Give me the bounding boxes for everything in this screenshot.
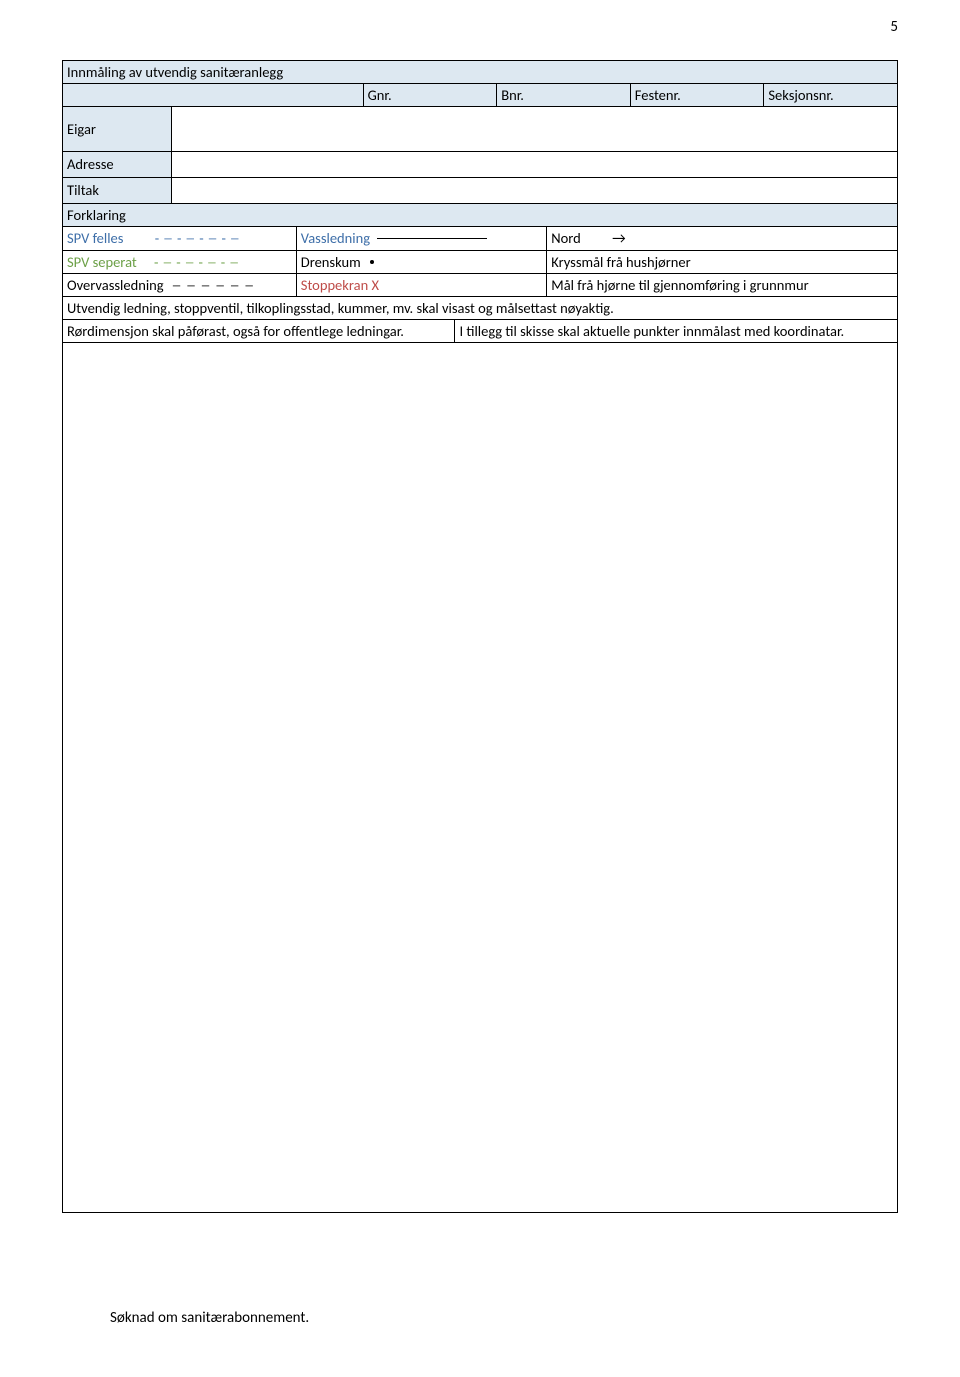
dot-icon (370, 260, 374, 264)
arrow-icon: → (612, 230, 626, 248)
header-seksjonsnr: Seksjonsnr. (764, 84, 898, 107)
legend-vassledning: Vassledning (296, 227, 547, 251)
header-bnr: Bnr. (497, 84, 631, 107)
legend-mid-stoppekran: Stoppekran X (301, 276, 379, 294)
legend-label-spv-seperat: SPV seperat (67, 253, 137, 271)
legend-drenskum: Drenskum (296, 250, 547, 273)
legend-stoppekran: Stoppekran X (296, 273, 547, 296)
section-title: Innmåling av utvendig sanitæranlegg (63, 61, 898, 84)
drawing-area[interactable] (62, 343, 898, 1213)
legend-pattern-spv-seperat: - ─ - ─ - ─ - ─ (154, 253, 239, 271)
legend-mal-hjorne: Mål frå hjørne til gjennomføring i grunn… (547, 273, 898, 296)
legend-mid-vassledning: Vassledning (301, 229, 370, 247)
label-forklaring: Forklaring (63, 204, 898, 227)
legend-spv-felles: SPV felles - ─ - ─ - ─ - ─ (63, 227, 297, 251)
legend-overvassledning: Overvassledning ─ ─ ─ ─ ─ ─ (63, 273, 297, 296)
legend-nord-label: Nord (551, 229, 580, 247)
footer-text: Søknad om sanitærabonnement. (110, 1309, 309, 1327)
legend-kryssmal: Kryssmål frå hushjørner (547, 250, 898, 273)
header-festenr: Festenr. (630, 84, 764, 107)
page-number: 5 (890, 18, 898, 36)
legend-pattern-overvass: ─ ─ ─ ─ ─ ─ (173, 276, 255, 294)
legend-label-spv-felles: SPV felles (67, 229, 123, 247)
field-tiltak[interactable] (171, 177, 897, 203)
legend-pattern-spv-felles: - ─ - ─ - ─ - ─ (155, 229, 240, 247)
note-line1: Utvendig ledning, stoppventil, tilkoplin… (63, 297, 898, 320)
legend-nord: Nord → (547, 227, 898, 251)
legend-mid-drenskum: Drenskum (301, 253, 361, 271)
label-tiltak: Tiltak (63, 177, 172, 203)
field-adresse[interactable] (171, 151, 897, 177)
note-line2-left: Rørdimensjon skal påførast, også for off… (63, 319, 455, 342)
label-adresse: Adresse (63, 151, 172, 177)
header-gnr: Gnr. (363, 84, 497, 107)
legend-spv-seperat: SPV seperat - ─ - ─ - ─ - ─ (63, 250, 297, 273)
field-eigar[interactable] (171, 107, 897, 151)
label-eigar: Eigar (63, 107, 172, 151)
note-line2-right: I tillegg til skisse skal aktuelle punkt… (455, 319, 898, 342)
legend-label-overvass: Overvassledning (67, 276, 164, 294)
